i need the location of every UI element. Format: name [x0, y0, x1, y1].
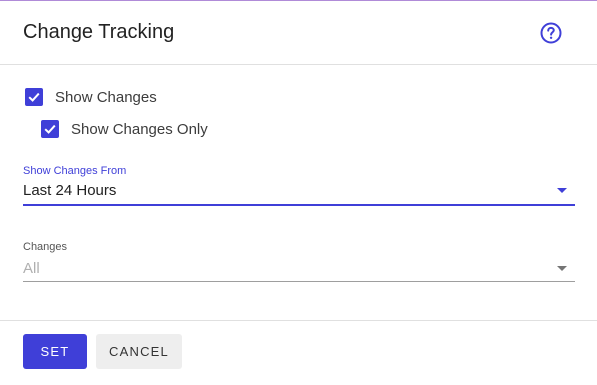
show-changes-only-label: Show Changes Only [71, 120, 208, 138]
show-changes-only-option[interactable]: Show Changes Only [41, 120, 208, 138]
check-icon [44, 124, 56, 134]
changes-field: Changes All [23, 240, 575, 282]
changes-select[interactable]: All [23, 254, 575, 282]
change-tracking-dialog: Change Tracking Show Changes Show Change… [0, 0, 597, 385]
show-changes-checkbox[interactable] [25, 88, 43, 106]
chevron-down-icon [557, 266, 567, 271]
check-icon [28, 92, 40, 102]
show-changes-from-value: Last 24 Hours [23, 182, 117, 199]
chevron-down-icon [557, 188, 567, 193]
help-circle-icon[interactable] [540, 22, 562, 44]
show-changes-from-select[interactable]: Last 24 Hours [23, 178, 575, 206]
show-changes-label: Show Changes [55, 88, 157, 106]
show-changes-only-checkbox[interactable] [41, 120, 59, 138]
dialog-title: Change Tracking [23, 21, 175, 43]
changes-value: All [23, 260, 40, 277]
show-changes-option[interactable]: Show Changes [25, 88, 157, 106]
show-changes-from-label: Show Changes From [23, 165, 127, 177]
dialog-header: Change Tracking [0, 1, 597, 65]
changes-label: Changes [23, 241, 68, 253]
dialog-footer: SET CANCEL [0, 320, 597, 385]
cancel-button[interactable]: CANCEL [96, 334, 182, 369]
set-button[interactable]: SET [23, 334, 87, 369]
show-changes-from-field: Show Changes From Last 24 Hours [23, 164, 575, 206]
